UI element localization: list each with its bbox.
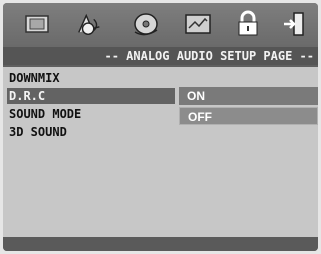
menu-item-sound-mode[interactable]: SOUND MODE [9,106,81,122]
lock-icon[interactable] [233,9,263,39]
disc-setup-icon[interactable] [131,9,161,39]
menu-item-3d-sound[interactable]: 3D SOUND [9,124,67,140]
exit-icon[interactable] [279,9,309,39]
video-setup-icon[interactable] [183,9,213,39]
option-off[interactable]: OFF [179,107,318,125]
setup-screen: -- ANALOG AUDIO SETUP PAGE -- DOWNMIX D.… [3,3,318,251]
option-on[interactable]: ON [179,87,318,105]
setup-icon-bar [3,3,318,47]
general-setup-icon[interactable] [23,9,53,39]
footer-bar [3,237,318,251]
settings-menu: DOWNMIX D.R.C SOUND MODE 3D SOUND ON OFF [3,67,318,237]
page-title: -- ANALOG AUDIO SETUP PAGE -- [3,47,318,65]
audio-setup-icon[interactable] [75,9,105,39]
menu-item-downmix[interactable]: DOWNMIX [9,70,60,86]
menu-item-drc[interactable]: D.R.C [7,88,175,104]
